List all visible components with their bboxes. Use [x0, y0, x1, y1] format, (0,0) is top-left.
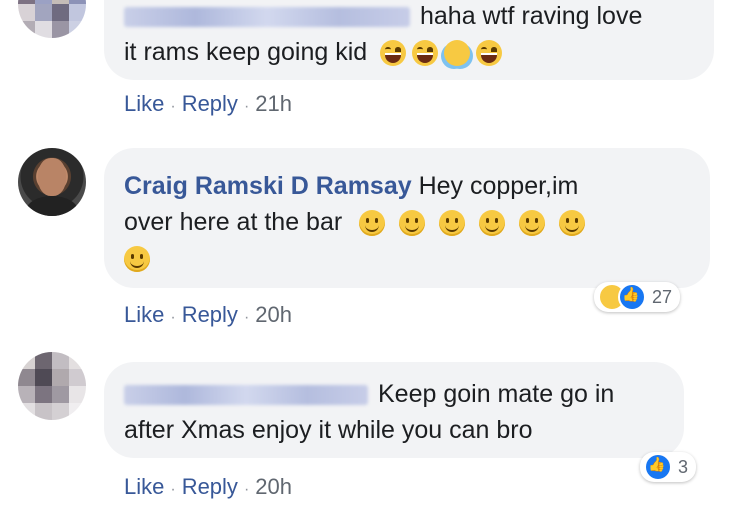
like-icon: [618, 283, 646, 311]
reaction-summary[interactable]: 3: [640, 452, 697, 482]
separator: ·: [243, 98, 250, 115]
comment-text-line1: Keep goin mate go in: [378, 380, 615, 408]
comment-text-line1: haha wtf raving love: [420, 2, 643, 30]
separator: ·: [243, 481, 250, 498]
smiley-emoji-icon: [439, 210, 466, 237]
like-link[interactable]: Like: [124, 91, 164, 116]
timestamp[interactable]: 20h: [255, 474, 292, 499]
avatar-face: [38, 158, 66, 196]
comment-1: haha wtf raving love it rams keep going …: [0, 0, 749, 125]
smiley-emoji-icon: [559, 210, 586, 237]
avatar-shirt: [26, 196, 78, 216]
comment-bubble: Craig Ramski D Ramsay Hey copper,im over…: [104, 148, 710, 288]
timestamp[interactable]: 20h: [255, 302, 292, 327]
comment-bubble: Keep goin mate go in after Xmas enjoy it…: [104, 362, 684, 458]
like-icon: [644, 453, 672, 481]
reaction-count: 27: [652, 286, 673, 307]
like-link[interactable]: Like: [124, 302, 164, 327]
comment-actions: Like · Reply · 20h: [124, 474, 292, 500]
comment-text-line2: it rams keep going kid: [124, 38, 368, 66]
comment-text-line2: after Xmas enjoy it while you can bro: [124, 416, 533, 444]
laughing-emoji-icon: [412, 40, 439, 67]
separator: ·: [170, 481, 176, 498]
laughing-emoji-icon: [476, 40, 503, 67]
reply-link[interactable]: Reply: [182, 474, 238, 499]
separator: ·: [170, 98, 176, 115]
smiley-emoji-icon: [359, 210, 386, 237]
smiley-emoji-icon: [124, 246, 150, 273]
like-link[interactable]: Like: [124, 474, 164, 499]
laughing-emoji-icon: [380, 40, 407, 67]
comment-text-line2: over here at the bar: [124, 208, 343, 236]
author-name[interactable]: Craig Ramski D Ramsay: [124, 172, 412, 200]
reaction-count: 3: [678, 456, 689, 477]
reaction-summary[interactable]: 27: [594, 282, 681, 312]
redacted-name[interactable]: [124, 7, 410, 28]
avatar-pixelated[interactable]: [18, 352, 86, 420]
smiley-emoji-icon: [399, 210, 426, 237]
reply-link[interactable]: Reply: [182, 302, 238, 327]
comment-actions: Like · Reply · 20h: [124, 302, 292, 328]
timestamp[interactable]: 21h: [255, 91, 292, 116]
separator: ·: [243, 309, 250, 326]
comment-actions: Like · Reply · 21h: [124, 91, 292, 117]
comment-bubble: haha wtf raving love it rams keep going …: [104, 0, 714, 80]
avatar[interactable]: [18, 148, 86, 216]
comment-text-line1: Hey copper,im: [418, 172, 579, 200]
avatar-pixelated[interactable]: [18, 0, 86, 38]
smiley-emoji-icon: [479, 210, 506, 237]
tears-of-joy-emoji-icon: [444, 40, 471, 67]
separator: ·: [170, 309, 176, 326]
smiley-emoji-icon: [519, 210, 546, 237]
reply-link[interactable]: Reply: [182, 91, 238, 116]
redacted-name[interactable]: [124, 385, 368, 406]
